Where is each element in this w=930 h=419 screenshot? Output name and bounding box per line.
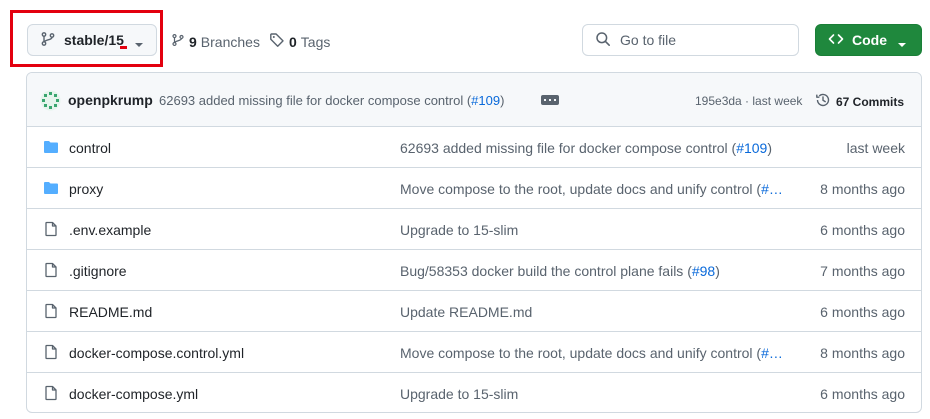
history-icon	[815, 92, 831, 111]
file-row[interactable]: docker-compose.control.yml Move compose t…	[27, 332, 921, 373]
file-icon	[43, 262, 59, 281]
commit-author[interactable]: openpkrump	[68, 92, 153, 108]
commits-count: 67 Commits	[836, 94, 905, 109]
git-branch-icon	[171, 32, 185, 51]
file-commit-pr-link[interactable]: #…	[761, 345, 783, 361]
file-age: 8 months ago	[820, 181, 905, 197]
file-commit-message[interactable]: Update README.md	[400, 304, 532, 320]
file-commit-text: Upgrade to 15-slim	[400, 386, 519, 402]
tags-count: 0	[289, 33, 297, 50]
file-row[interactable]: proxy Move compose to the root, update do…	[27, 168, 921, 209]
branches-label: Branches	[200, 33, 260, 50]
file-name[interactable]: proxy	[69, 181, 103, 197]
file-name[interactable]: .env.example	[69, 222, 151, 238]
file-age: 6 months ago	[820, 304, 905, 320]
file-age: 6 months ago	[820, 222, 905, 238]
file-age: 7 months ago	[820, 263, 905, 279]
file-commit-text: Move compose to the root, update docs an…	[400, 345, 762, 361]
file-commit-message[interactable]: Move compose to the root, update docs an…	[400, 181, 783, 197]
file-icon	[43, 344, 59, 363]
search-icon	[595, 31, 611, 50]
file-commit-pr-link[interactable]: #…	[761, 181, 783, 197]
tag-icon	[269, 32, 285, 51]
file-name[interactable]: README.md	[69, 304, 152, 320]
file-icon	[43, 385, 59, 404]
file-row[interactable]: control 62693 added missing file for dock…	[27, 127, 921, 168]
file-commit-message[interactable]: Move compose to the root, update docs an…	[400, 345, 783, 361]
text-cursor-marker	[120, 46, 127, 49]
file-row[interactable]: .gitignore Bug/58353 docker build the con…	[27, 250, 921, 291]
file-icon	[43, 221, 59, 240]
file-commit-text: Bug/58353 docker build the control plane…	[400, 263, 692, 279]
tags-label: Tags	[300, 33, 331, 50]
folder-icon	[43, 139, 59, 158]
avatar[interactable]	[40, 90, 61, 111]
commits-link[interactable]: 67 Commits	[815, 92, 904, 111]
go-to-file-search[interactable]	[582, 24, 799, 56]
file-name[interactable]: control	[69, 140, 111, 156]
repo-toolbar: stable/15 9 Branches 0 Tags Code	[0, 0, 930, 72]
branches-link[interactable]: 9 Branches	[171, 32, 260, 51]
separator: ·	[741, 94, 753, 108]
latest-commit-bar: openpkrump 62693 added missing file for …	[27, 73, 921, 127]
file-age: 8 months ago	[820, 345, 905, 361]
branches-count: 9	[189, 33, 197, 50]
file-browser-table: openpkrump 62693 added missing file for …	[26, 72, 922, 413]
tags-link[interactable]: 0 Tags	[269, 32, 330, 51]
file-list: control 62693 added missing file for dock…	[27, 127, 921, 412]
branch-selector-button[interactable]: stable/15	[27, 24, 157, 56]
file-commit-end: )	[767, 140, 773, 156]
code-button[interactable]: Code	[815, 24, 922, 56]
file-commit-pr-link[interactable]: #109	[736, 140, 767, 156]
commit-message-text: 62693 added missing file for docker comp…	[159, 93, 472, 108]
branch-name: stable/15	[64, 32, 124, 48]
commit-message-end: )	[500, 93, 505, 108]
file-commit-message[interactable]: 62693 added missing file for docker comp…	[400, 140, 772, 156]
file-commit-message[interactable]: Upgrade to 15-slim	[400, 386, 518, 402]
caret-down-icon	[134, 36, 144, 52]
caret-down-icon	[897, 36, 907, 52]
commit-sha-time[interactable]: 195e3da · last week	[695, 94, 802, 108]
file-age: last week	[846, 140, 905, 156]
file-row[interactable]: .env.example Upgrade to 15-slim 6 months a…	[27, 209, 921, 250]
git-branch-icon	[40, 31, 56, 50]
file-commit-text: 62693 added missing file for docker comp…	[400, 140, 737, 156]
file-commit-pr-link[interactable]: #98	[692, 263, 715, 279]
file-commit-message[interactable]: Bug/58353 docker build the control plane…	[400, 263, 720, 279]
file-row[interactable]: README.md Update README.md 6 months ago	[27, 291, 921, 332]
code-button-label: Code	[852, 32, 887, 48]
expand-commit-button[interactable]	[541, 95, 559, 105]
file-name[interactable]: docker-compose.control.yml	[69, 345, 244, 361]
folder-icon	[43, 180, 59, 199]
latest-commit-message[interactable]: 62693 added missing file for docker comp…	[159, 93, 504, 108]
file-icon	[43, 303, 59, 322]
file-commit-message[interactable]: Upgrade to 15-slim	[400, 222, 518, 238]
commit-pr-link[interactable]: #109	[471, 93, 500, 108]
file-row[interactable]: docker-compose.yml Upgrade to 15-slim 6 mo…	[27, 373, 921, 412]
file-commit-text: Upgrade to 15-slim	[400, 222, 519, 238]
file-name[interactable]: .gitignore	[69, 263, 127, 279]
file-commit-end: )	[715, 263, 720, 279]
file-name[interactable]: docker-compose.yml	[69, 386, 198, 402]
commit-sha: 195e3da	[695, 94, 742, 108]
code-brackets-icon	[828, 31, 844, 50]
commit-time: last week	[752, 94, 803, 108]
file-commit-text: Move compose to the root, update docs an…	[400, 181, 762, 197]
file-age: 6 months ago	[820, 386, 905, 402]
file-commit-text: Update README.md	[400, 304, 533, 320]
go-to-file-input[interactable]	[620, 32, 790, 48]
